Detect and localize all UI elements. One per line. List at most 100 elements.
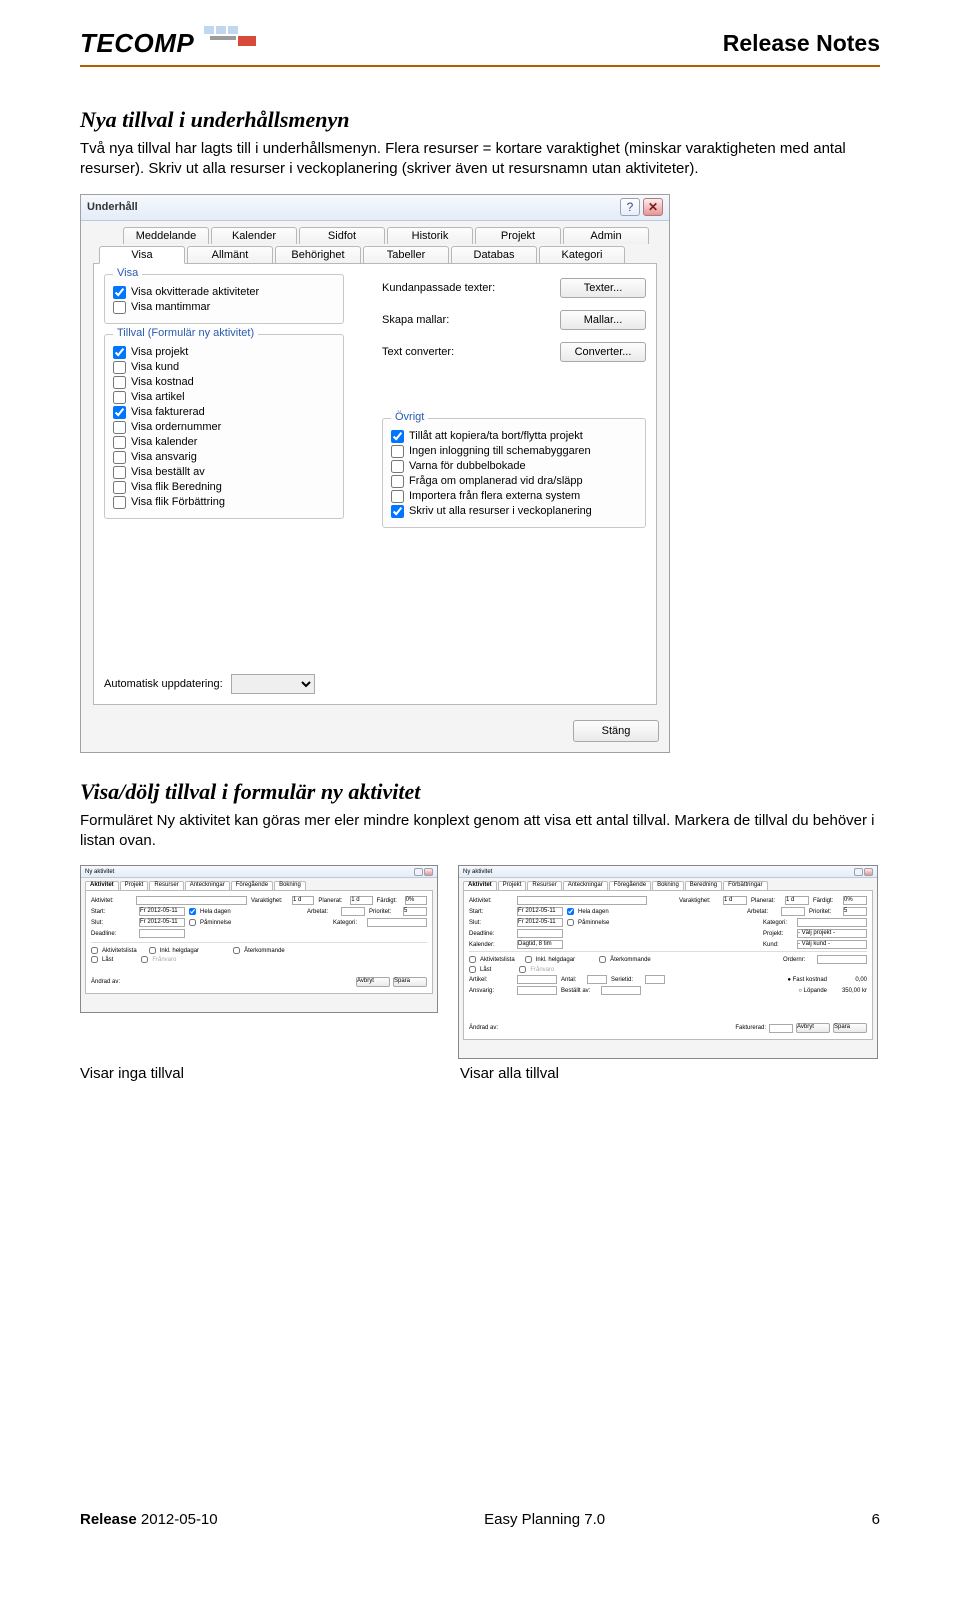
tab-historik[interactable]: Historik xyxy=(387,227,473,244)
label: Kund: xyxy=(763,942,793,948)
label: Aktivitetslista xyxy=(102,948,137,954)
checkbox[interactable] xyxy=(391,475,404,488)
tab-meddelande[interactable]: Meddelande xyxy=(123,227,209,244)
header-title: Release Notes xyxy=(723,30,880,57)
tab-allmänt[interactable]: Allmänt xyxy=(187,246,273,264)
mallar-button[interactable]: Mallar... xyxy=(560,310,646,330)
page-header: TECOMP Release Notes xyxy=(80,28,880,67)
checkbox[interactable] xyxy=(113,391,126,404)
checkbox[interactable] xyxy=(113,361,126,374)
checkbox[interactable] xyxy=(519,966,526,973)
label: Aktivitet: xyxy=(91,898,132,904)
label: Arbetat: xyxy=(747,909,777,915)
tab-kategori[interactable]: Kategori xyxy=(539,246,625,264)
input[interactable]: 1 d xyxy=(292,896,314,905)
label: Start: xyxy=(91,909,135,915)
tab-tabeller[interactable]: Tabeller xyxy=(363,246,449,264)
tab-databas[interactable]: Databas xyxy=(451,246,537,264)
checkbox[interactable] xyxy=(391,490,404,503)
checkbox[interactable] xyxy=(113,481,126,494)
checkbox[interactable] xyxy=(149,947,156,954)
checkbox[interactable] xyxy=(113,406,126,419)
label: Låst xyxy=(480,967,491,973)
checkbox[interactable] xyxy=(599,956,606,963)
tab-admin[interactable]: Admin xyxy=(563,227,649,244)
tab-behörighet[interactable]: Behörighet xyxy=(275,246,361,264)
label: Återkommande xyxy=(244,948,285,954)
checkbox-label: Importera från flera externa system xyxy=(409,490,580,502)
checkbox[interactable] xyxy=(113,346,126,359)
label: Frånvaro xyxy=(530,967,554,973)
checkbox[interactable] xyxy=(113,376,126,389)
checkbox-label: Visa fakturerad xyxy=(131,406,205,418)
cancel-button[interactable]: Avbryt xyxy=(356,977,390,987)
label: Arbetat: xyxy=(307,909,337,915)
checkbox[interactable] xyxy=(567,919,574,926)
tab-kalender[interactable]: Kalender xyxy=(211,227,297,244)
checkbox[interactable] xyxy=(525,956,532,963)
checkbox[interactable] xyxy=(141,956,148,963)
label: Påminnelse xyxy=(200,920,231,926)
help-icon[interactable] xyxy=(854,868,863,876)
checkbox[interactable] xyxy=(113,451,126,464)
label: Ändrad av: xyxy=(91,979,120,985)
label: Aktivitet: xyxy=(469,898,513,904)
label: Deadline: xyxy=(469,931,513,937)
checkbox[interactable] xyxy=(113,286,126,299)
legend-ovrigt: Övrigt xyxy=(391,411,428,423)
checkbox[interactable] xyxy=(391,445,404,458)
texter-button[interactable]: Texter... xyxy=(560,278,646,298)
select-auto-update[interactable] xyxy=(231,674,315,694)
tab-sidfot[interactable]: Sidfot xyxy=(299,227,385,244)
checkbox-label: Visa ansvarig xyxy=(131,451,197,463)
checkbox[interactable] xyxy=(233,947,240,954)
checkbox[interactable] xyxy=(113,466,126,479)
save-button[interactable]: Spara xyxy=(833,1023,867,1033)
label: Löpande xyxy=(804,988,827,994)
checkbox-label: Varna för dubbelbokade xyxy=(409,460,526,472)
dialog-title: Underhåll xyxy=(87,201,138,213)
help-icon[interactable] xyxy=(414,868,423,876)
fieldset-tillval: Tillval (Formulär ny aktivitet) Visa pro… xyxy=(104,334,344,519)
close-icon[interactable] xyxy=(864,868,873,876)
input[interactable]: Fr 2012-05-11 xyxy=(139,907,185,916)
label: Inkl. helgdagar xyxy=(160,948,199,954)
body-underhallsmeny: Två nya tillval har lagts till i underhå… xyxy=(80,139,880,180)
label: Prioritet: xyxy=(369,909,399,915)
checkbox[interactable] xyxy=(113,436,126,449)
label: Ordernr: xyxy=(783,957,813,963)
checkbox[interactable] xyxy=(91,956,98,963)
checkbox[interactable] xyxy=(391,460,404,473)
mini-dialog-short: Ny aktivitet AktivitetProjektResurserAnt… xyxy=(80,865,438,1013)
checkbox[interactable] xyxy=(469,956,476,963)
close-icon[interactable] xyxy=(424,868,433,876)
close-icon[interactable]: ✕ xyxy=(643,198,663,216)
checkbox[interactable] xyxy=(469,966,476,973)
help-icon[interactable]: ? xyxy=(620,198,640,216)
checkbox-label: Visa mantimmar xyxy=(131,301,210,313)
checkbox[interactable] xyxy=(91,947,98,954)
checkbox-label: Skriv ut alla resurser i veckoplanering xyxy=(409,505,592,517)
cancel-button[interactable]: Avbryt xyxy=(796,1023,830,1033)
label: Påminnelse xyxy=(578,920,609,926)
checkbox[interactable] xyxy=(113,421,126,434)
checkbox[interactable] xyxy=(391,505,404,518)
checkbox[interactable] xyxy=(391,430,404,443)
save-button[interactable]: Spara xyxy=(393,977,427,987)
label: Färdigt: xyxy=(813,898,839,904)
logo-mark-icon xyxy=(202,24,262,52)
checkbox[interactable] xyxy=(113,301,126,314)
label: Ansvarig: xyxy=(469,988,513,994)
mini-dialog-long: Ny aktivitet AktivitetProjektResurserAnt… xyxy=(458,865,878,1059)
converter-button[interactable]: Converter... xyxy=(560,342,646,362)
checkbox[interactable] xyxy=(567,908,574,915)
body-visa-dolj: Formuläret Ny aktivitet kan göras mer el… xyxy=(80,811,880,852)
checkbox[interactable] xyxy=(189,919,196,926)
tab-projekt[interactable]: Projekt xyxy=(475,227,561,244)
close-button[interactable]: Stäng xyxy=(573,720,659,742)
value: 350,00 kr xyxy=(831,988,867,994)
checkbox[interactable] xyxy=(113,496,126,509)
tab-visa[interactable]: Visa xyxy=(99,246,185,264)
checkbox[interactable] xyxy=(189,908,196,915)
label: Ändrad av: xyxy=(469,1025,498,1031)
